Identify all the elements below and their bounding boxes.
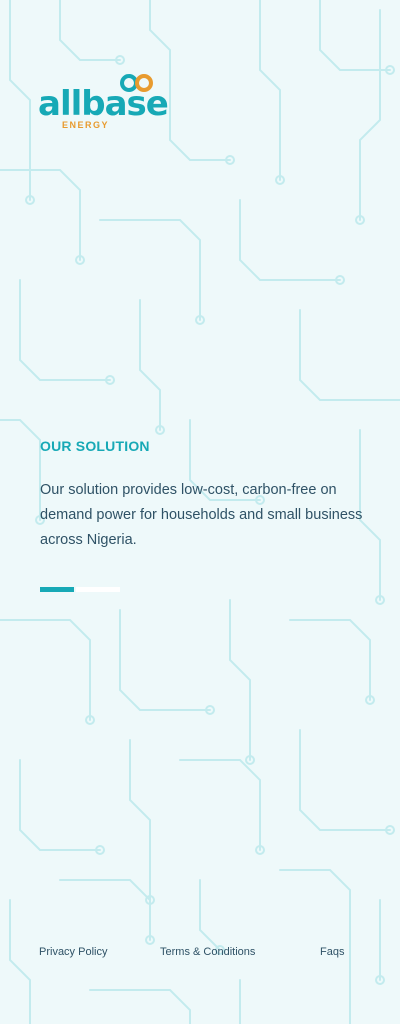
section-heading: OUR SOLUTION <box>40 438 150 454</box>
brand-logo[interactable]: allbase ENERGY <box>38 70 169 132</box>
terms-link[interactable]: Terms & Conditions <box>160 946 255 958</box>
logo-tagline: ENERGY <box>62 120 110 130</box>
footer-links: Privacy Policy Terms & Conditions Faqs <box>0 946 400 962</box>
logo-wordmark: allbase <box>38 84 169 124</box>
faqs-link[interactable]: Faqs <box>320 946 344 958</box>
solution-description: Our solution provides low-cost, carbon-f… <box>40 482 363 548</box>
pager-dot-active[interactable] <box>40 587 74 592</box>
pager-dot[interactable] <box>76 587 120 592</box>
privacy-policy-link[interactable]: Privacy Policy <box>39 946 107 958</box>
carousel-pager <box>40 587 120 592</box>
